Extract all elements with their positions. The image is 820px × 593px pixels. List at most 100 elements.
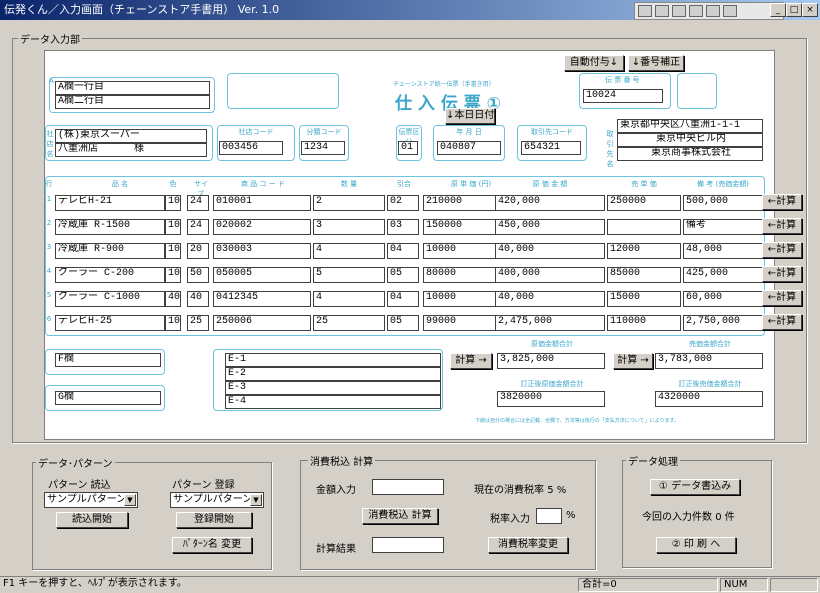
item-cost-amount[interactable]: 400,000 <box>495 267 605 283</box>
row-calc-button[interactable]: ←計算 <box>762 194 802 210</box>
a-field-line1[interactable]: A欄一行目 <box>55 81 210 95</box>
item-size[interactable]: 50 <box>187 267 209 283</box>
item-size[interactable]: 24 <box>187 219 209 235</box>
item-qty[interactable]: 3 <box>313 219 385 235</box>
number-fix-button[interactable]: ↓番号補正 <box>628 55 684 71</box>
item-cost-amount[interactable]: 2,475,000 <box>495 315 605 331</box>
item-qty[interactable]: 4 <box>313 243 385 259</box>
class-code-input[interactable]: 1234 <box>301 141 345 155</box>
item-name[interactable]: テレビH-25 <box>55 315 165 331</box>
printer-icon[interactable] <box>655 5 669 17</box>
item-size[interactable]: 40 <box>187 291 209 307</box>
cost-fix[interactable]: 3820000 <box>497 391 605 407</box>
today-button[interactable]: ↓本日日付 <box>445 108 495 124</box>
item-size[interactable]: 20 <box>187 243 209 259</box>
item-note[interactable]: 500,000 <box>683 195 763 211</box>
item-note[interactable]: 2,750,000 <box>683 315 763 331</box>
close-button[interactable]: × <box>802 3 818 17</box>
item-hk[interactable]: 05 <box>387 315 419 331</box>
amount-input[interactable] <box>372 479 444 495</box>
item-cost-amount[interactable]: 40,000 <box>495 243 605 259</box>
save-icon[interactable] <box>689 5 703 17</box>
item-code[interactable]: 010001 <box>213 195 311 211</box>
item-name[interactable]: クーラー C-1000 <box>55 291 165 307</box>
item-qty[interactable]: 4 <box>313 291 385 307</box>
a-field-line2[interactable]: A欄二行目 <box>55 95 210 109</box>
edit-icon[interactable] <box>672 5 686 17</box>
cost-total[interactable]: 3,825,000 <box>497 353 605 369</box>
item-note[interactable]: 425,000 <box>683 267 763 283</box>
item-hk[interactable]: 05 <box>387 267 419 283</box>
item-cost-amount[interactable]: 420,000 <box>495 195 605 211</box>
item-color[interactable]: 10 <box>165 219 181 235</box>
item-name[interactable]: 冷蔵庫 R-1500 <box>55 219 165 235</box>
f-field[interactable]: F欄 <box>55 353 161 367</box>
item-hk[interactable]: 03 <box>387 219 419 235</box>
e-field-1[interactable]: E-1 <box>225 353 441 367</box>
item-hk[interactable]: 04 <box>387 243 419 259</box>
item-note[interactable]: 48,000 <box>683 243 763 259</box>
sup-code-input[interactable]: 654321 <box>521 141 581 155</box>
calc-sale-total-button[interactable]: 計算 → <box>613 353 653 369</box>
sale-total[interactable]: 3,783,000 <box>655 353 763 369</box>
item-qty[interactable]: 5 <box>313 267 385 283</box>
item-qty[interactable]: 2 <box>313 195 385 211</box>
shop-code-input[interactable]: 003456 <box>219 141 283 155</box>
row-calc-button[interactable]: ←計算 <box>762 290 802 306</box>
view-icon[interactable] <box>706 5 720 17</box>
e-field-2[interactable]: E-2 <box>225 367 441 381</box>
row-calc-button[interactable]: ←計算 <box>762 218 802 234</box>
reg-start-button[interactable]: 登録開始 <box>176 512 252 528</box>
item-unit-price[interactable]: 12000 <box>607 243 681 259</box>
item-hk[interactable]: 02 <box>387 195 419 211</box>
tax-rate-change-button[interactable]: 消費税率変更 <box>488 537 568 553</box>
item-note[interactable]: 60,000 <box>683 291 763 307</box>
tax-calc-button[interactable]: 消費税込 計算 <box>362 508 438 524</box>
store-name-1[interactable]: (株)東京スーパー <box>55 129 207 143</box>
date-input[interactable]: 040807 <box>437 141 501 155</box>
item-name[interactable]: クーラー C-200 <box>55 267 165 283</box>
item-size[interactable]: 25 <box>187 315 209 331</box>
item-unit-price[interactable]: 15000 <box>607 291 681 307</box>
help-icon[interactable] <box>723 5 737 17</box>
item-color[interactable]: 10 <box>165 195 181 211</box>
item-code[interactable]: 050005 <box>213 267 311 283</box>
item-unit-price[interactable] <box>607 219 681 235</box>
result-input[interactable] <box>372 537 444 553</box>
item-cost-amount[interactable]: 450,000 <box>495 219 605 235</box>
auto-number-button[interactable]: 自動付与↓ <box>564 55 624 71</box>
print-button[interactable]: ② 印 刷 へ <box>656 537 736 553</box>
app-icon[interactable] <box>638 5 652 17</box>
item-color[interactable]: 40 <box>165 291 181 307</box>
calc-cost-total-button[interactable]: 計算 → <box>450 353 492 369</box>
slip-no-input[interactable]: 10024 <box>583 89 663 103</box>
item-qty[interactable]: 25 <box>313 315 385 331</box>
item-name[interactable]: 冷蔵庫 R-900 <box>55 243 165 259</box>
item-code[interactable]: 250006 <box>213 315 311 331</box>
sale-fix[interactable]: 4320000 <box>655 391 763 407</box>
supplier-building[interactable]: 東京中央ビル内 <box>617 133 763 147</box>
row-calc-button[interactable]: ←計算 <box>762 314 802 330</box>
item-color[interactable]: 10 <box>165 315 181 331</box>
e-field-3[interactable]: E-3 <box>225 381 441 395</box>
maximize-button[interactable]: □ <box>786 3 802 17</box>
chevron-down-icon[interactable]: ▼ <box>250 494 262 506</box>
row-calc-button[interactable]: ←計算 <box>762 242 802 258</box>
row-calc-button[interactable]: ←計算 <box>762 266 802 282</box>
item-color[interactable]: 10 <box>165 243 181 259</box>
item-size[interactable]: 24 <box>187 195 209 211</box>
item-cost-amount[interactable]: 40,000 <box>495 291 605 307</box>
item-code[interactable]: 020002 <box>213 219 311 235</box>
item-code[interactable]: 0412345 <box>213 291 311 307</box>
rate-input[interactable] <box>536 508 562 524</box>
item-unit-price[interactable]: 250000 <box>607 195 681 211</box>
type-input[interactable]: 01 <box>398 141 418 155</box>
item-code[interactable]: 030003 <box>213 243 311 259</box>
item-color[interactable]: 10 <box>165 267 181 283</box>
supplier-company[interactable]: 東京商事株式会社 <box>617 147 763 161</box>
item-hk[interactable]: 04 <box>387 291 419 307</box>
write-data-button[interactable]: ① データ書込み <box>650 479 740 495</box>
item-name[interactable]: テレビH-21 <box>55 195 165 211</box>
e-field-4[interactable]: E-4 <box>225 395 441 409</box>
store-name-2[interactable]: 八重洲店様 <box>55 143 207 157</box>
